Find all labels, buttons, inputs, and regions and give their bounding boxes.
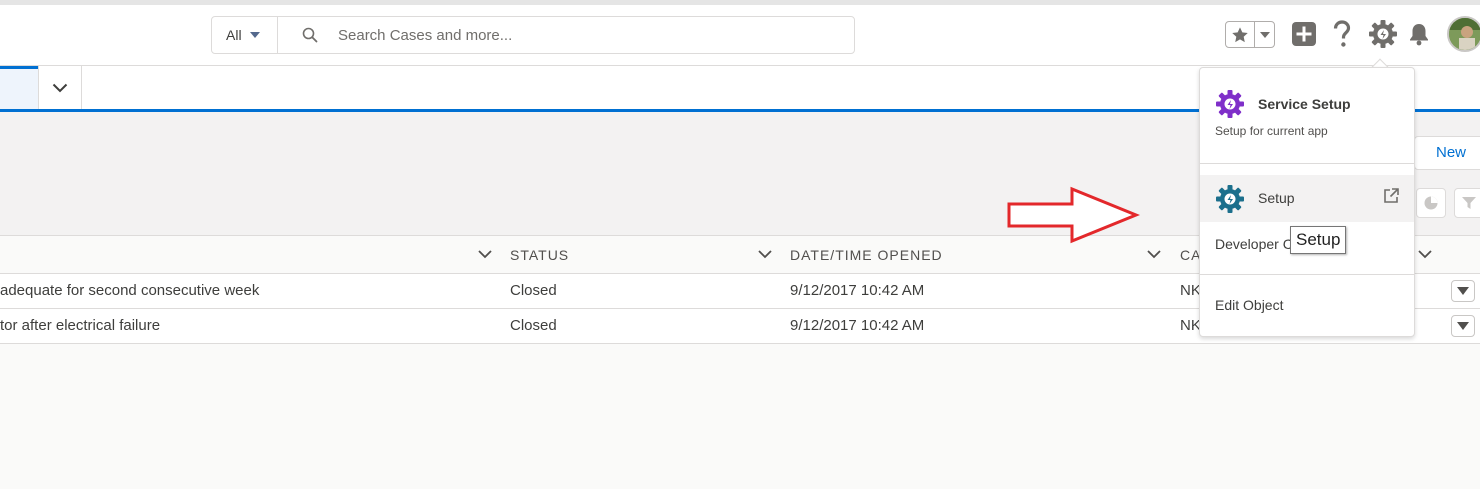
service-setup-item[interactable]: Service Setup [1216, 90, 1351, 118]
filter-button[interactable] [1454, 188, 1480, 218]
cell-account[interactable]: NK [1180, 309, 1201, 344]
search-field[interactable] [278, 17, 854, 53]
setup-menu-label[interactable]: Setup [1258, 190, 1295, 206]
favorites-button[interactable] [1225, 21, 1275, 48]
setup-tooltip: Setup [1290, 226, 1347, 254]
tab-overflow-button[interactable] [38, 66, 82, 109]
cell-subject[interactable]: adequate for second consecutive week [0, 274, 259, 309]
red-arrow-annotation [1007, 186, 1140, 244]
cell-account[interactable]: NK [1180, 274, 1201, 309]
column-header-status[interactable]: STATUS [510, 236, 569, 274]
favorites-dropdown-icon[interactable] [1255, 22, 1274, 47]
row-action-button[interactable] [1451, 315, 1475, 337]
pie-chart-icon [1424, 196, 1438, 210]
external-link-icon[interactable] [1382, 187, 1400, 205]
search-icon [302, 27, 318, 43]
cell-date-opened: 9/12/2017 10:42 AM [790, 282, 925, 299]
cell-status: Closed [510, 317, 557, 334]
row-action-button[interactable] [1451, 280, 1475, 302]
gear-icon[interactable] [1367, 18, 1399, 50]
avatar[interactable] [1447, 16, 1480, 52]
new-button[interactable]: New [1414, 136, 1480, 170]
caret-down-icon [1457, 287, 1469, 295]
search-scope-label: All [226, 27, 242, 43]
setup-menu: Service Setup Setup for current app Setu… [1199, 67, 1415, 337]
menu-divider [1200, 163, 1414, 164]
service-setup-title[interactable]: Service Setup [1258, 96, 1351, 112]
service-setup-subtitle: Setup for current app [1215, 124, 1328, 138]
cell-date-opened: 9/12/2017 10:42 AM [790, 317, 925, 334]
column-menu-chevron-icon[interactable] [477, 248, 493, 260]
column-menu-chevron-icon[interactable] [1146, 248, 1162, 260]
column-menu-chevron-icon[interactable] [1417, 248, 1433, 260]
column-menu-chevron-icon[interactable] [757, 248, 773, 260]
cell-status: Closed [510, 282, 557, 299]
global-search: All [211, 16, 855, 54]
column-header-date-opened[interactable]: DATE/TIME OPENED [790, 236, 943, 274]
edit-object-item[interactable]: Edit Object [1215, 297, 1283, 313]
setup-gear-icon [1216, 185, 1244, 213]
tab-active[interactable] [0, 66, 38, 109]
bell-icon[interactable] [1403, 18, 1435, 50]
service-setup-gear-icon [1216, 90, 1244, 118]
filter-icon [1462, 197, 1476, 209]
menu-divider [1200, 274, 1414, 275]
caret-down-icon [249, 32, 260, 38]
search-input[interactable] [338, 26, 818, 44]
plus-icon[interactable] [1288, 18, 1320, 50]
global-header: All [0, 0, 1480, 66]
cell-subject[interactable]: tor after electrical failure [0, 309, 160, 344]
setup-menu-item[interactable]: Setup [1200, 175, 1414, 222]
chevron-down-icon [52, 83, 68, 92]
developer-console-item[interactable]: Developer C [1215, 236, 1293, 252]
chart-toggle-button[interactable] [1416, 188, 1446, 218]
caret-down-icon [1457, 322, 1469, 330]
question-icon[interactable] [1326, 18, 1358, 50]
star-icon[interactable] [1226, 22, 1255, 47]
search-scope-select[interactable]: All [212, 17, 278, 53]
